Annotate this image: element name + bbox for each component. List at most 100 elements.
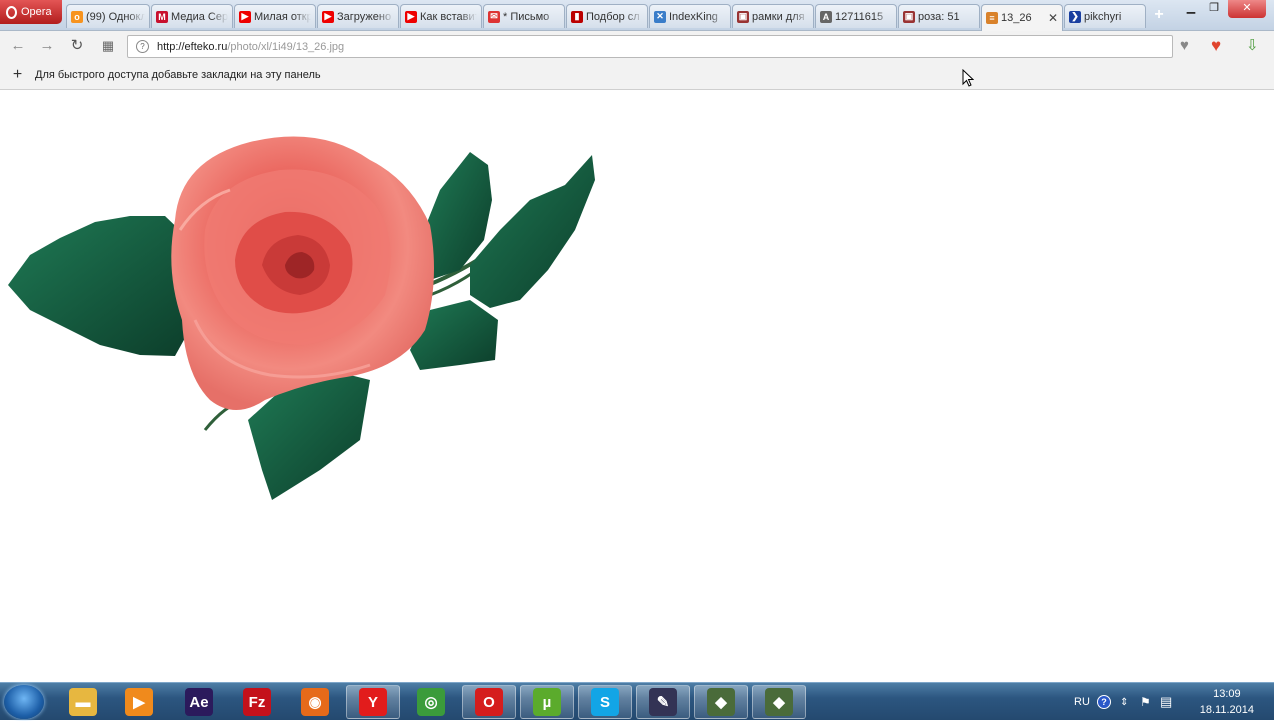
tray-expand-icon[interactable]: ⇕ bbox=[1120, 683, 1128, 721]
media-player-icon: ▶ bbox=[125, 688, 153, 716]
yandex-icon: Y bbox=[359, 688, 387, 716]
system-clock[interactable]: 13:09 18.11.2014 bbox=[1200, 686, 1254, 718]
browser-tab[interactable]: ✕ IndexKing bbox=[649, 4, 731, 28]
tab-title: (99) Одноклассники bbox=[86, 10, 145, 23]
close-window-button[interactable]: ✕ bbox=[1228, 0, 1266, 18]
bookmarks-bar: + Для быстрого доступа добавьте закладки… bbox=[0, 61, 1274, 90]
address-bar[interactable]: ? http://efteko.ru/photo/xl/1i49/13_26.j… bbox=[127, 35, 1173, 58]
youtube-icon: ▶ bbox=[405, 10, 417, 23]
heart-icon: ♥ bbox=[1180, 37, 1189, 54]
taskbar-editor[interactable]: ✎ bbox=[636, 685, 690, 719]
indexking-icon: ✕ bbox=[654, 10, 666, 23]
filezilla-icon: Fz bbox=[243, 688, 271, 716]
tab-title: 12711615 bbox=[835, 10, 884, 23]
clock-time: 13:09 bbox=[1213, 688, 1241, 700]
close-tab-icon[interactable]: ✕ bbox=[1048, 11, 1058, 25]
tab-title: роза: 51 bbox=[918, 10, 960, 23]
clock-date: 18.11.2014 bbox=[1199, 704, 1254, 716]
tab-title: Медиа Сервис bbox=[171, 10, 228, 23]
browser-tab[interactable]: ✉ * Письмо bbox=[483, 4, 565, 28]
page-icon: ≡ bbox=[986, 12, 998, 24]
taskbar-yandex-browser[interactable]: Y bbox=[346, 685, 400, 719]
taskbar-after-effects[interactable]: Ae bbox=[172, 685, 226, 719]
tab-title: Милая откр bbox=[254, 10, 311, 23]
browser-tab[interactable]: A 12711615 bbox=[815, 4, 897, 28]
tab-title: * Письмо bbox=[503, 10, 550, 23]
flag-icon[interactable]: ⚑ bbox=[1140, 683, 1151, 721]
forward-button[interactable]: → bbox=[37, 36, 57, 56]
arrow-right-icon: → bbox=[39, 37, 55, 54]
pikchyri-icon: ❯ bbox=[1069, 10, 1081, 23]
youtube-icon: ▶ bbox=[322, 10, 334, 23]
opera-icon bbox=[6, 5, 17, 19]
add-bookmark-button[interactable]: + bbox=[0, 66, 35, 84]
site-info-icon[interactable]: ? bbox=[136, 40, 149, 53]
taskbar-utorrent[interactable]: µ bbox=[520, 685, 574, 719]
after-effects-icon: Ae bbox=[185, 688, 213, 716]
image-icon: ▣ bbox=[903, 10, 915, 23]
tab-title: рамки для bbox=[752, 10, 805, 23]
browser-tab[interactable]: ❯ pikchyri bbox=[1064, 4, 1146, 28]
taskbar-opera[interactable]: O bbox=[462, 685, 516, 719]
taskbar-chrome[interactable]: ◎ bbox=[404, 685, 458, 719]
back-button[interactable]: ← bbox=[8, 36, 28, 56]
folder-icon: ▬ bbox=[69, 688, 97, 716]
tab-title: IndexKing bbox=[669, 10, 718, 23]
browser-tab[interactable]: ▣ рамки для bbox=[732, 4, 814, 28]
tab-title: pikchyri bbox=[1084, 10, 1122, 23]
heart-stash-icon: ♥ bbox=[1211, 36, 1222, 55]
taskbar-skype[interactable]: S bbox=[578, 685, 632, 719]
opera-icon: O bbox=[475, 688, 503, 716]
browser-tab[interactable]: ▶ Загружено bbox=[317, 4, 399, 28]
taskbar-filezilla[interactable]: Fz bbox=[230, 685, 284, 719]
image-icon: ▣ bbox=[737, 10, 749, 23]
opera-menu-label: Opera bbox=[21, 6, 52, 18]
arrow-left-icon: ← bbox=[10, 37, 26, 54]
document-icon: A bbox=[820, 10, 832, 23]
taskbar-app-1[interactable]: ◆ bbox=[694, 685, 748, 719]
new-tab-button[interactable]: + bbox=[1150, 7, 1168, 24]
firefox-icon: ◉ bbox=[301, 688, 329, 716]
browser-tab[interactable]: ▶Как вставить bbox=[400, 4, 482, 28]
taskbar-media-player[interactable]: ▶ bbox=[112, 685, 166, 719]
browser-tab[interactable]: MМедиа Сервис bbox=[151, 4, 233, 28]
tab-title: 13_26 bbox=[1001, 12, 1032, 24]
browser-tab[interactable]: о(99) Одноклассники bbox=[66, 4, 150, 28]
minimize-button[interactable]: ▁ bbox=[1180, 0, 1202, 18]
utorrent-icon: µ bbox=[533, 688, 561, 716]
app-icon: ◆ bbox=[707, 688, 735, 716]
editor-icon: ✎ bbox=[649, 688, 677, 716]
reload-button[interactable]: ↻ bbox=[67, 36, 87, 56]
bookmark-heart-button[interactable]: ♥ bbox=[1180, 38, 1189, 54]
start-button[interactable] bbox=[4, 685, 44, 719]
speed-dial-button[interactable]: ▦ bbox=[98, 36, 118, 56]
page-content bbox=[0, 90, 1274, 682]
windows-taskbar: ▬ ▶ Ae Fz ◉ Y ◎ Oµ S ✎ ◆ ◆ RU ? ⇕ ⚑ ▤ 13:09 18.11.2… bbox=[0, 682, 1274, 720]
browser-tab[interactable]: ▣ роза: 51 bbox=[898, 4, 980, 28]
tab-title: Подбор сл bbox=[586, 10, 640, 23]
navigation-toolbar: ← → ↻ ▦ ? http://efteko.ru/photo/xl/1i49… bbox=[0, 31, 1274, 61]
browser-tab[interactable]: ▮ Подбор сл bbox=[566, 4, 648, 28]
taskbar-firefox[interactable]: ◉ bbox=[288, 685, 342, 719]
download-button[interactable]: ⇩ bbox=[1246, 38, 1259, 54]
browser-tab[interactable]: ▶ Милая откр bbox=[234, 4, 316, 28]
media-service-icon: M bbox=[156, 10, 168, 23]
taskbar-app-2[interactable]: ◆ bbox=[752, 685, 806, 719]
tab-title: Загружено bbox=[337, 10, 392, 23]
browser-tab[interactable]: ≡ 13_26 ✕ bbox=[981, 4, 1063, 31]
youtube-icon: ▶ bbox=[239, 10, 251, 23]
taskbar-explorer[interactable]: ▬ bbox=[56, 685, 110, 719]
url-domain: http://efteko.ru bbox=[157, 40, 228, 53]
language-indicator[interactable]: RU bbox=[1074, 683, 1090, 721]
opera-menu-button[interactable]: Opera bbox=[0, 0, 62, 24]
help-icon[interactable]: ? bbox=[1097, 683, 1111, 721]
maximize-button[interactable]: ❐ bbox=[1203, 0, 1225, 18]
download-icon: ⇩ bbox=[1246, 37, 1259, 54]
app-icon: ◆ bbox=[765, 688, 793, 716]
tab-title: Как вставить bbox=[420, 10, 477, 23]
network-icon[interactable]: ▤ bbox=[1160, 683, 1172, 721]
rose-image bbox=[8, 136, 595, 500]
skype-icon: S bbox=[591, 688, 619, 716]
stash-button[interactable]: ♥ bbox=[1211, 36, 1222, 55]
grid-icon: ▦ bbox=[101, 38, 115, 53]
